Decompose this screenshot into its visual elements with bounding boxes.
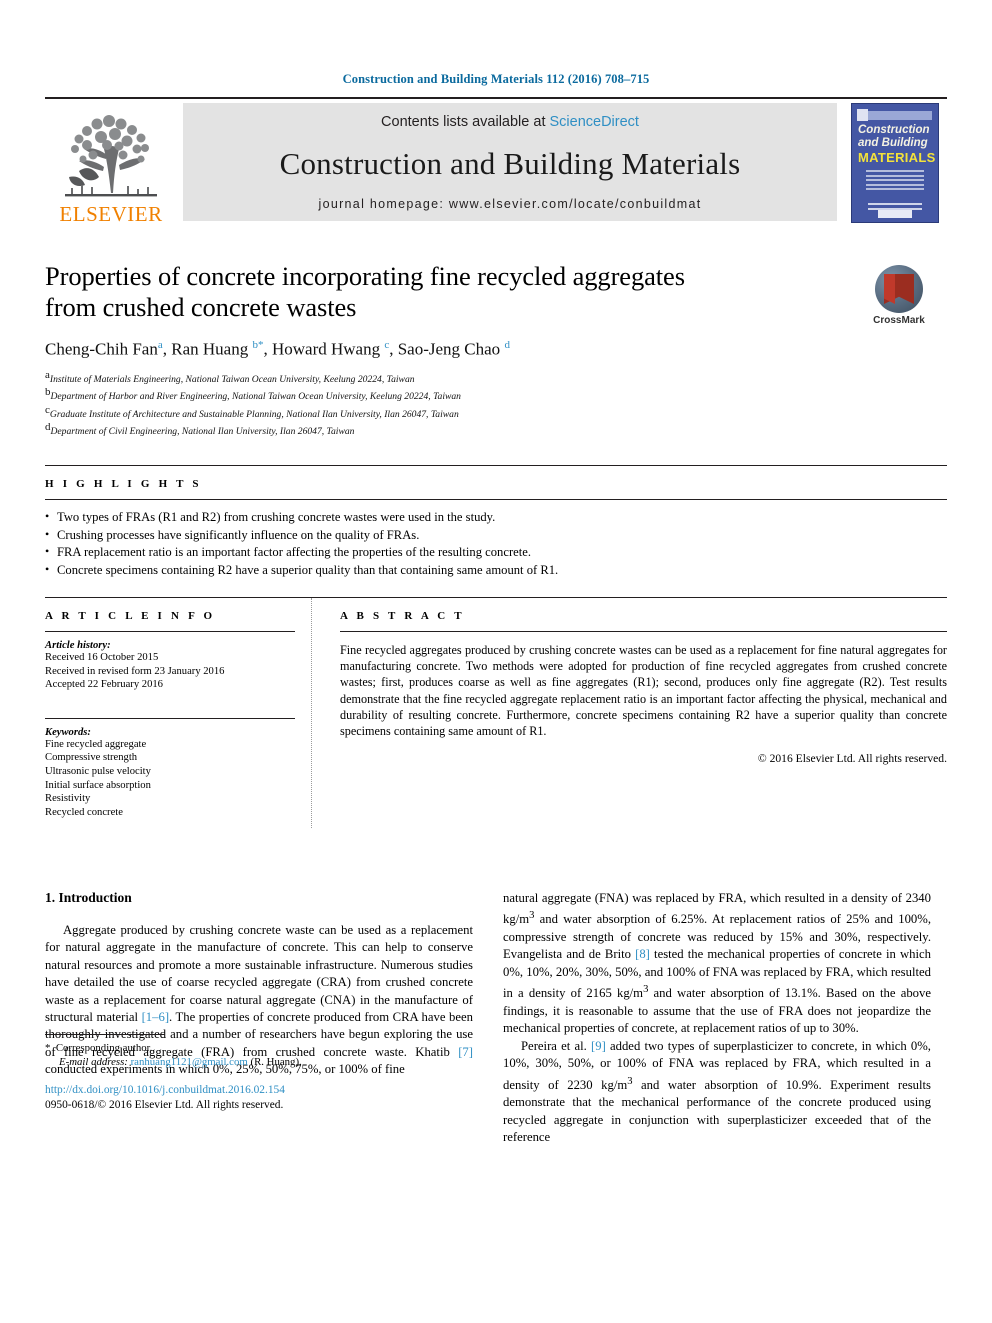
keywords-label: Keywords: [45,726,91,738]
article-history-item: Received 16 October 2015 [45,652,159,664]
cover-line-3: MATERIALS [858,150,936,165]
issn-copyright-line: 0950-0618/© 2016 Elsevier Ltd. All right… [45,1098,284,1111]
affiliation-list: aInstitute of Materials Engineering, Nat… [45,369,947,439]
abstract-text: Fine recycled aggregates produced by cru… [340,643,947,739]
page-title: Properties of concrete incorporating fin… [45,261,685,322]
email-suffix: (R. Huang). [250,1056,302,1069]
keywords-block: Keywords: Fine recycled aggregate Compre… [45,717,295,820]
affiliation-item: cGraduate Institute of Architecture and … [45,404,947,422]
article-page: Construction and Building Materials 112 … [0,0,992,1323]
masthead-center-panel: Contents lists available at ScienceDirec… [183,103,837,221]
body-left-column: 1. Introduction Aggregate produced by cr… [45,890,473,1146]
highlights-section: H I G H L I G H T S Two types of FRAs (R… [45,465,947,579]
affiliation-item: bDepartment of Harbor and River Engineer… [45,386,947,404]
paragraph: natural aggregate (FNA) was replaced by … [503,891,931,1036]
body-right-column: natural aggregate (FNA) was replaced by … [503,890,931,1146]
article-history-label: Article history: [45,640,111,652]
article-history-item: Received in revised form 23 January 2016 [45,665,225,677]
affiliation-text: Department of Civil Engineering, Nationa… [50,426,355,438]
footnote-block: * Corresponding author. E-mail address: … [45,1034,473,1112]
article-info-heading: A R T I C L E I N F O [45,610,216,623]
sciencedirect-link[interactable]: ScienceDirect [550,114,639,130]
elsevier-wordmark: ELSEVIER [59,202,163,226]
keyword-item: Fine recycled aggregate [45,738,147,750]
affiliation-text: Institute of Materials Engineering, Nati… [49,373,415,385]
section-title-introduction: 1. Introduction [45,890,132,906]
footnote-rule [45,1034,165,1036]
article-info-column: A R T I C L E I N F O Article history: R… [45,598,312,829]
keyword-item: Compressive strength [45,752,138,764]
keyword-item: Resistivity [45,793,91,805]
keyword-item: Initial surface absorption [45,779,151,791]
crossmark-badge[interactable]: CrossMark [851,265,947,326]
highlights-heading: H I G H L I G H T S [45,478,202,491]
abstract-copyright: © 2016 Elsevier Ltd. All rights reserved… [757,752,947,766]
elsevier-tree-icon [65,115,157,197]
keyword-item: Ultrasonic pulse velocity [45,766,151,777]
doi-link[interactable]: http://dx.doi.org/10.1016/j.conbuildmat.… [45,1083,473,1098]
list-item: Concrete specimens containing R2 have a … [45,561,947,580]
article-history-item: Accepted 22 February 2016 [45,679,163,691]
contents-available-line: Contents lists available at ScienceDirec… [381,114,639,130]
crossmark-icon [875,265,923,313]
abstract-heading: A B S T R A C T [340,610,465,623]
journal-title: Construction and Building Materials [279,145,741,181]
title-block: Properties of concrete incorporating fin… [45,261,947,326]
cover-line-1: Construction [858,124,930,136]
cover-line-2: and Building [858,136,928,149]
email-line: E-mail address: ranhuang1121@gmail.com (… [45,1055,473,1069]
email-link[interactable]: ranhuang1121@gmail.com [131,1056,248,1068]
elsevier-logo: ELSEVIER [45,99,177,227]
affiliation-item: dDepartment of Civil Engineering, Nation… [45,421,947,439]
abstract-column: A B S T R A C T Fine recycled aggregates… [340,598,947,828]
paragraph: Pereira et al. [9] added two types of su… [503,1038,931,1145]
corresponding-author-line: * Corresponding author. [45,1041,473,1055]
keyword-item: Recycled concrete [45,806,123,818]
crossmark-label: CrossMark [873,315,925,326]
contents-prefix: Contents lists available at [381,114,550,130]
journal-homepage-line[interactable]: journal homepage: www.elsevier.com/locat… [319,197,702,211]
list-item: Crushing processes have significantly in… [45,526,947,545]
affiliation-text: Department of Harbor and River Engineeri… [50,391,461,403]
affiliation-item: aInstitute of Materials Engineering, Nat… [45,369,947,387]
journal-masthead: ELSEVIER Contents lists available at Sci… [45,97,947,227]
corresponding-marker: * [45,1042,51,1055]
author-list: Cheng-Chih Fana, Ran Huang b*, Howard Hw… [45,339,510,359]
running-head: Construction and Building Materials 112 … [342,72,650,86]
affiliation-text: Graduate Institute of Architecture and S… [49,409,459,421]
info-abstract-section: A R T I C L E I N F O Article history: R… [45,597,947,829]
email-label: E-mail address: [59,1056,128,1069]
body-columns: 1. Introduction Aggregate produced by cr… [45,890,947,1146]
corresponding-text: Corresponding author. [55,1042,153,1055]
list-item: Two types of FRAs (R1 and R2) from crush… [45,508,947,527]
journal-cover-thumbnail: Construction and Building MATERIALS [843,99,947,227]
highlights-list: Two types of FRAs (R1 and R2) from crush… [45,500,947,579]
list-item: FRA replacement ratio is an important fa… [45,543,947,562]
doi-block: http://dx.doi.org/10.1016/j.conbuildmat.… [45,1083,473,1112]
